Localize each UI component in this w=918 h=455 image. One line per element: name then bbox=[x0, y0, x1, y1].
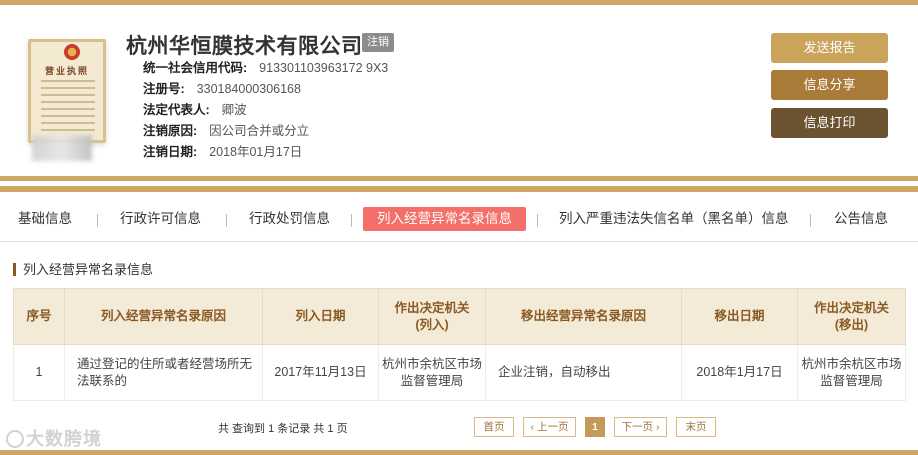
last-page-button[interactable]: 末页 bbox=[676, 417, 716, 437]
cell-index: 1 bbox=[13, 344, 65, 401]
col-header-remove-reason: 移出经营异常名录原因 bbox=[485, 288, 682, 345]
divider-band bbox=[0, 176, 918, 181]
tab-bar: 基础信息 行政许可信息 行政处罚信息 列入经营异常名录信息 列入严重违法失信名单… bbox=[0, 204, 918, 234]
pagination-summary: 共 查询到 1 条记录 共 1 页 bbox=[218, 423, 348, 435]
table-row: 1 通过登记的住所或者经营场所无法联系的 2017年11月13日 杭州市余杭区市… bbox=[13, 344, 906, 401]
watermark: 大数胯境 bbox=[6, 425, 102, 451]
license-title: 营业执照 bbox=[44, 66, 89, 76]
share-info-button[interactable]: 信息分享 bbox=[771, 70, 888, 100]
col-header-list-authority: 作出决定机关 (列入) bbox=[378, 288, 486, 345]
emblem-icon bbox=[64, 44, 80, 60]
send-report-button[interactable]: 发送报告 bbox=[771, 33, 888, 63]
info-credit-code: 统一社会信用代码: 913301103963172 9X3 bbox=[143, 61, 389, 75]
cell-remove-reason: 企业注销，自动移出 bbox=[485, 344, 682, 401]
bottom-gold-bar bbox=[0, 450, 918, 455]
col-header-remove-date: 移出日期 bbox=[681, 288, 798, 345]
tab-blacklist[interactable]: 列入严重违法失信名单（黑名单）信息 bbox=[559, 207, 789, 231]
tab-underline bbox=[0, 241, 918, 242]
tab-admin-penalty[interactable]: 行政处罚信息 bbox=[249, 207, 330, 231]
info-legal-rep: 法定代表人: 卿波 bbox=[143, 103, 247, 117]
header-line: 作出决定机关 (移出) bbox=[813, 300, 889, 332]
current-page-button[interactable]: 1 bbox=[585, 417, 605, 437]
business-license-image: 营业执照 bbox=[18, 27, 116, 161]
next-page-button[interactable]: 下一页 › bbox=[614, 417, 667, 437]
cell-list-authority: 杭州市余杭区市场监督管理局 bbox=[378, 344, 486, 401]
col-header-list-reason: 列入经营异常名录原因 bbox=[64, 288, 263, 345]
info-cancel-date: 注销日期: 2018年01月17日 bbox=[143, 145, 303, 159]
company-header: 营业执照 杭州华恒膜技术有限公司 注销 统一社会信用代码: 91330110396… bbox=[0, 5, 918, 175]
status-badge: 注销 bbox=[362, 33, 394, 52]
col-header-list-date: 列入日期 bbox=[262, 288, 379, 345]
tab-basic-info[interactable]: 基础信息 bbox=[18, 207, 72, 231]
table-header-row: 序号 列入经营异常名录原因 列入日期 作出决定机关 (列入) 移出经营异常名录原… bbox=[13, 288, 906, 345]
company-name: 杭州华恒膜技术有限公司 bbox=[126, 35, 363, 58]
cell-remove-date: 2018年1月17日 bbox=[681, 344, 798, 401]
info-cancel-reason: 注销原因: 因公司合并或分立 bbox=[143, 124, 310, 138]
info-reg-number: 注册号: 330184000306168 bbox=[143, 82, 301, 96]
tab-announcements[interactable]: 公告信息 bbox=[834, 207, 888, 231]
section-title: 列入经营异常名录信息 bbox=[13, 263, 153, 276]
tab-abnormal-list[interactable]: 列入经营异常名录信息 bbox=[363, 207, 526, 231]
watermark-logo-icon bbox=[6, 430, 24, 448]
prev-page-button[interactable]: ‹ 上一页 bbox=[523, 417, 576, 437]
cell-list-reason: 通过登记的住所或者经营场所无法联系的 bbox=[64, 344, 263, 401]
divider-band bbox=[0, 186, 918, 192]
cell-remove-authority: 杭州市余杭区市场监督管理局 bbox=[797, 344, 906, 401]
print-info-button[interactable]: 信息打印 bbox=[771, 108, 888, 138]
first-page-button[interactable]: 首页 bbox=[474, 417, 514, 437]
abnormal-list-table: 序号 列入经营异常名录原因 列入日期 作出决定机关 (列入) 移出经营异常名录原… bbox=[13, 288, 906, 401]
col-header-index: 序号 bbox=[13, 288, 65, 345]
cell-list-date: 2017年11月13日 bbox=[262, 344, 379, 401]
col-header-remove-authority: 作出决定机关 (移出) bbox=[797, 288, 906, 345]
header-line: 作出决定机关 (列入) bbox=[394, 300, 470, 332]
tab-admin-license[interactable]: 行政许可信息 bbox=[120, 207, 201, 231]
blurred-region bbox=[32, 135, 92, 161]
